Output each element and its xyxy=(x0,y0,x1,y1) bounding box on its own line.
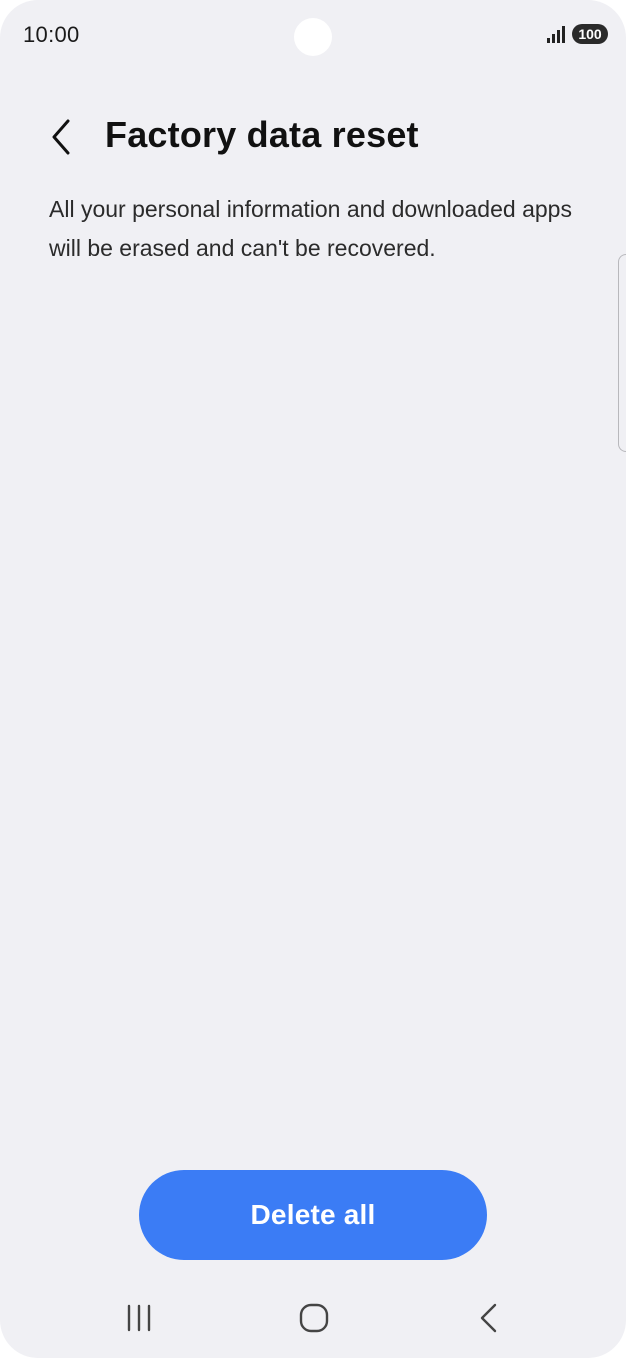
status-bar: 10:00 100 xyxy=(0,0,626,72)
delete-all-button[interactable]: Delete all xyxy=(139,1170,487,1260)
back-button[interactable] xyxy=(38,114,84,160)
nav-back-button[interactable] xyxy=(464,1298,514,1338)
scroll-indicator[interactable] xyxy=(618,254,626,452)
status-icons: 100 xyxy=(546,24,608,44)
navigation-bar xyxy=(0,1290,626,1346)
app-header: Factory data reset xyxy=(0,106,626,166)
recent-apps-icon xyxy=(124,1304,154,1332)
home-button[interactable] xyxy=(289,1298,339,1338)
home-icon xyxy=(298,1302,330,1334)
battery-icon: 100 xyxy=(572,24,608,44)
camera-cutout xyxy=(294,18,332,56)
device-screen: 10:00 100 Factory data reset All your pe… xyxy=(0,0,626,1358)
signal-icon xyxy=(546,25,566,43)
page-title: Factory data reset xyxy=(105,114,419,155)
back-icon xyxy=(477,1302,501,1334)
recent-apps-button[interactable] xyxy=(114,1298,164,1338)
status-time: 10:00 xyxy=(23,22,80,47)
reset-description: All your personal information and downlo… xyxy=(49,196,572,261)
chevron-left-icon xyxy=(48,117,74,157)
